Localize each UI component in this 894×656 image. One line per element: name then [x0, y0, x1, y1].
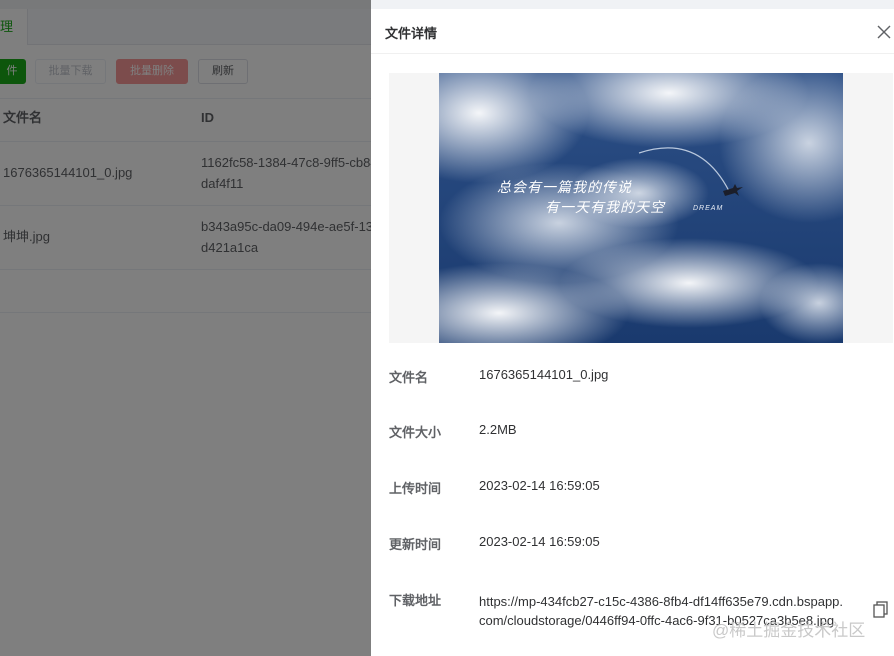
preview-image[interactable]: 总会有一篇我的传说 有一天有我的天空 DREAM: [439, 73, 843, 343]
drawer-header: 文件详情: [371, 9, 894, 54]
image-caption-line2: 有一天有我的天空: [545, 200, 665, 216]
image-preview: 总会有一篇我的传说 有一天有我的天空 DREAM: [389, 73, 893, 343]
file-size-value: 2.2MB: [479, 422, 517, 437]
download-url-label: 下载地址: [389, 593, 442, 608]
image-caption-line1: 总会有一篇我的传说: [497, 180, 632, 196]
file-size-label: 文件大小: [389, 425, 442, 440]
image-small-text: DREAM: [693, 205, 724, 212]
filename-value: 1676365144101_0.jpg: [479, 367, 609, 382]
update-time-label: 更新时间: [389, 537, 442, 552]
drawer-title: 文件详情: [385, 26, 438, 41]
copy-icon[interactable]: [872, 600, 890, 618]
watermark: @稀土掘金技术社区: [712, 621, 866, 640]
file-detail-drawer: 文件详情 总会有一篇我的传说 有一天有我的天空 DREAM 文件名 167636…: [371, 9, 894, 656]
filename-label: 文件名: [389, 370, 429, 385]
upload-time-value: 2023-02-14 16:59:05: [479, 478, 600, 493]
upload-time-label: 上传时间: [389, 481, 442, 496]
update-time-value: 2023-02-14 16:59:05: [479, 534, 600, 549]
modal-overlay[interactable]: [0, 0, 371, 656]
close-icon[interactable]: [875, 23, 893, 41]
